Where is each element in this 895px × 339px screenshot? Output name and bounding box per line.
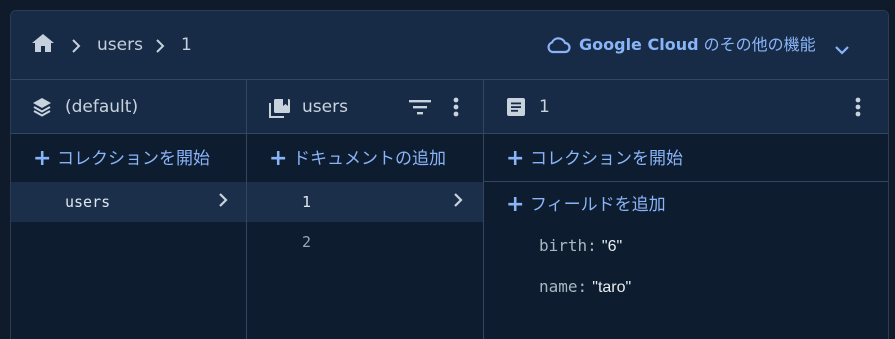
document-icon [506,97,526,121]
home-icon[interactable] [31,32,55,58]
document-item-2[interactable]: 2 [247,222,483,262]
plus-icon: + [33,146,52,171]
document-item-label: 1 [302,193,312,211]
chevron-down-icon[interactable] [834,40,850,59]
chevron-right-icon [218,192,228,212]
add-field-button[interactable]: + フィールドを追加 [506,193,666,217]
firestore-panel: users 1 Google Cloud のその他の機能 (default) +… [10,10,889,339]
google-cloud-suffix: のその他の機能 [698,35,816,54]
start-collection-label: コレクションを開始 [57,149,210,169]
chevron-right-icon [71,38,81,57]
collection-column-header: users [247,80,483,134]
document-id: 1 [539,97,550,117]
stack-icon [31,97,53,121]
collection-name: users [302,97,348,117]
start-subcollection-label: コレクションを開始 [530,149,683,169]
top-bar: users 1 Google Cloud のその他の機能 [11,11,888,80]
chevron-right-icon [453,192,463,212]
add-field-label: フィールドを追加 [530,195,666,215]
document-item-label: 2 [302,233,312,251]
root-column-header: (default) [11,80,246,134]
divider [484,181,888,182]
root-column: (default) + コレクションを開始 users [11,80,247,339]
field-value: "taro" [592,279,632,296]
start-collection-button[interactable]: + コレクションを開始 [33,147,210,171]
document-item-1[interactable]: 1 [247,182,483,222]
document-column: 1 + コレクションを開始 + フィールドを追加 birth: "6" name: … [484,80,888,339]
more-vert-icon[interactable] [453,97,459,121]
field-row-name[interactable]: name: "taro" [539,276,631,298]
database-name: (default) [65,97,139,117]
field-key: name: [539,277,588,296]
plus-icon: + [506,192,525,217]
collection-icon [269,98,291,122]
collection-column: users + ドキュメントの追加 1 2 [247,80,484,339]
filter-icon[interactable] [409,99,431,119]
cloud-icon [545,36,571,58]
field-key: birth: [539,236,597,255]
field-value: "6" [601,238,623,255]
more-vert-icon[interactable] [855,97,861,121]
document-column-header: 1 [484,80,888,134]
columns: (default) + コレクションを開始 users users + ドキュメ… [11,80,888,339]
plus-icon: + [269,146,288,171]
chevron-right-icon [155,38,165,57]
field-row-birth[interactable]: birth: "6" [539,235,622,257]
plus-icon: + [506,146,525,171]
breadcrumb-doc[interactable]: 1 [181,33,192,57]
add-document-label: ドキュメントの追加 [293,149,446,169]
add-document-button[interactable]: + ドキュメントの追加 [269,147,446,171]
google-cloud-link[interactable]: Google Cloud のその他の機能 [579,33,816,57]
collection-item-label: users [65,193,111,211]
start-subcollection-button[interactable]: + コレクションを開始 [506,147,683,171]
breadcrumb-users[interactable]: users [97,33,143,57]
collection-item-users[interactable]: users [11,182,246,222]
google-cloud-brand: Google Cloud [579,35,699,54]
